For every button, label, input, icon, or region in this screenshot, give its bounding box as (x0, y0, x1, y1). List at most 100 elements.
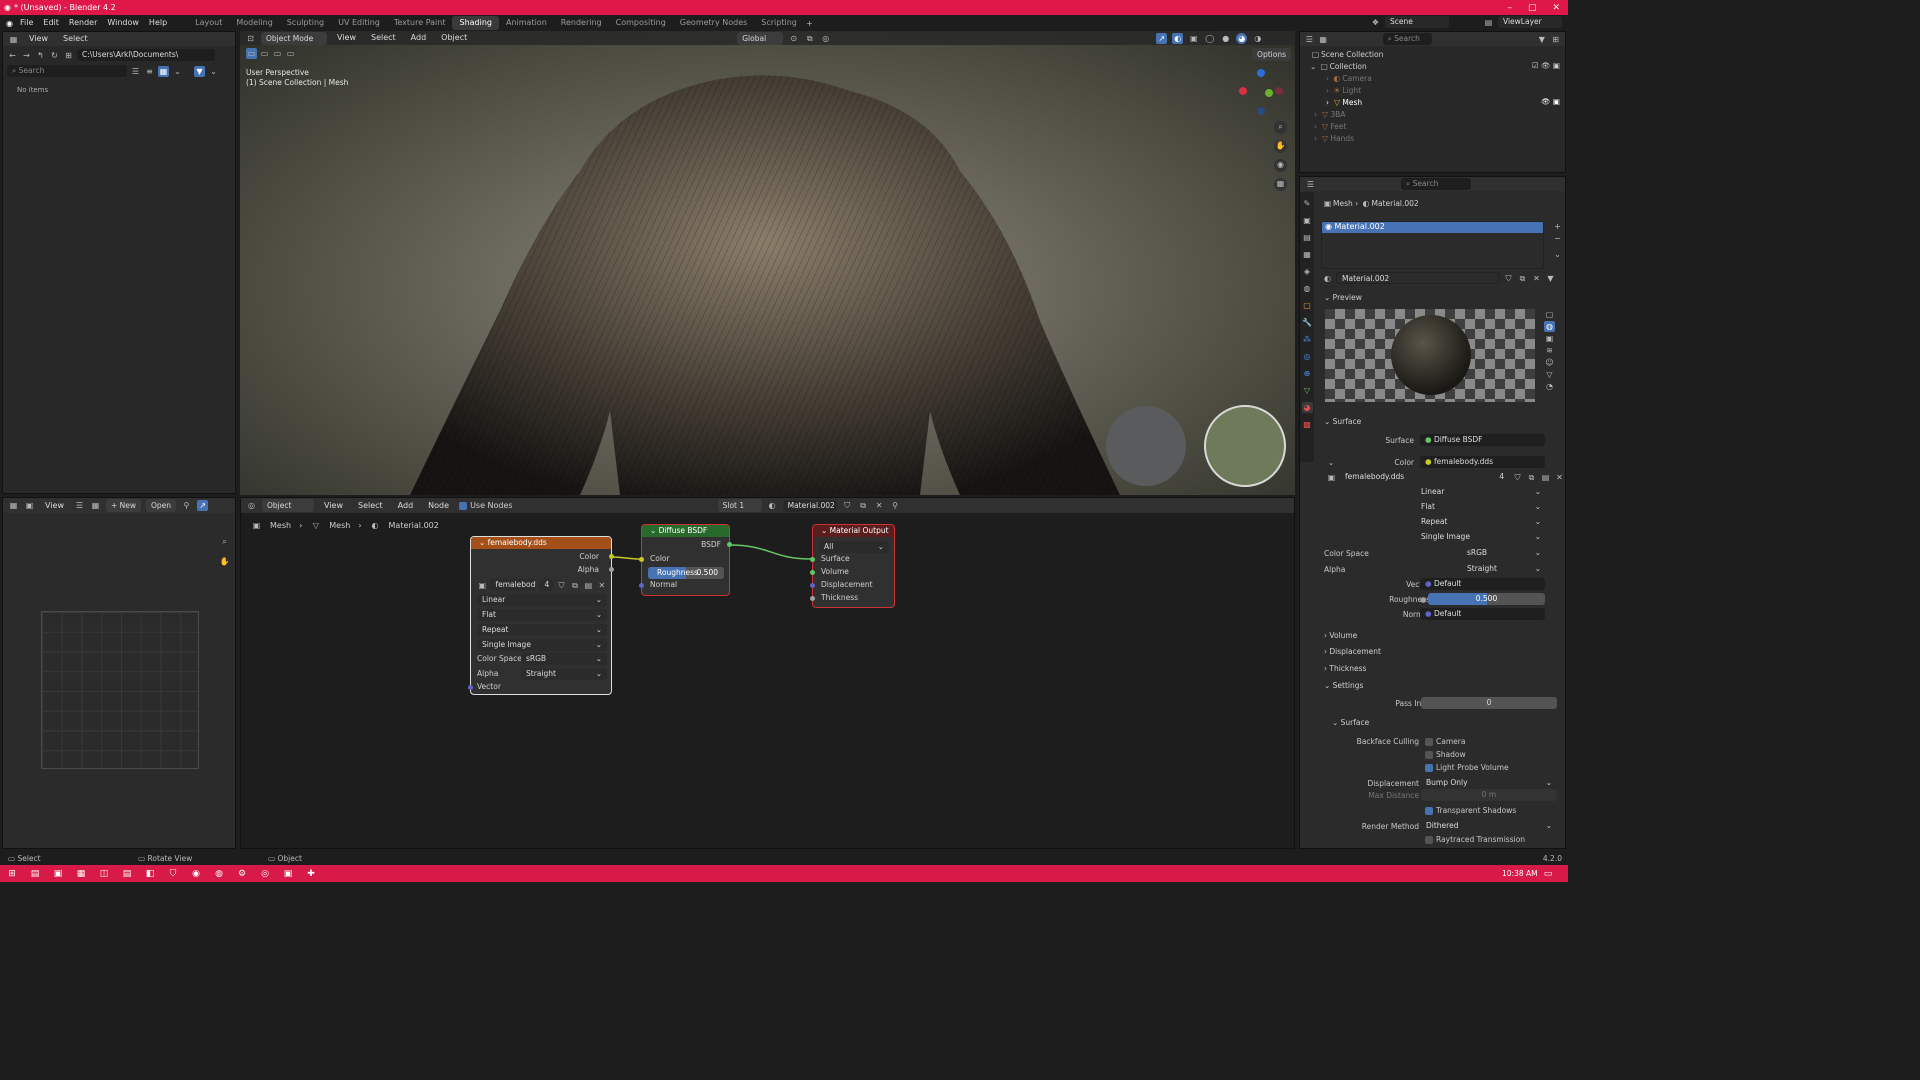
x-axis-handle[interactable] (1239, 87, 1247, 95)
settings-surface-header[interactable]: ⌄ Surface (1332, 718, 1369, 727)
y-axis-handle[interactable] (1265, 89, 1273, 97)
preview-sphere-icon[interactable]: ◍ (1544, 321, 1555, 332)
props-filter-icon[interactable]: ▼ (1545, 273, 1556, 284)
pass-index-field[interactable]: 0 (1421, 697, 1557, 709)
image-editor-type-icon[interactable]: ▦ (8, 500, 19, 511)
material-slot-item[interactable]: ◉ Material.002 (1321, 221, 1544, 233)
add-slot-icon[interactable]: + (1552, 221, 1563, 232)
modifier-tab-icon[interactable]: 🔧 (1302, 317, 1313, 328)
list-vertical-icon[interactable]: ☰ (130, 66, 141, 77)
menu-render[interactable]: Render (64, 15, 102, 31)
render-tab-icon[interactable]: ▣ (1302, 215, 1313, 226)
outliner-item-hands[interactable]: › ▽ Hands (1314, 133, 1354, 144)
thickness-panel-header[interactable]: › Thickness (1324, 664, 1366, 673)
minimize-button[interactable]: – (1507, 3, 1512, 13)
props-vector-field[interactable]: ● Default (1420, 578, 1545, 590)
tex-colorspace-dropdown[interactable]: sRGB ⌄ (521, 653, 607, 665)
object-tab-icon[interactable]: ▢ (1302, 300, 1313, 311)
outliner-search-input[interactable]: ⌕ Search (1382, 33, 1433, 45)
preview-cloth-icon[interactable]: ▽ (1544, 369, 1555, 380)
ie-zoom-icon[interactable]: ⌕ (219, 536, 230, 547)
blender-taskbar-icon[interactable]: ◎ (257, 866, 273, 882)
taskbar-app-icon[interactable]: ▤ (119, 866, 135, 882)
preview-monkey-icon[interactable]: ☺ (1544, 357, 1555, 368)
outliner-item-mesh[interactable]: › ▽ Mesh 👁 ▣ (1326, 97, 1560, 108)
close-button[interactable]: ✕ (1552, 3, 1560, 13)
tab-texture-paint[interactable]: Texture Paint (387, 16, 453, 30)
properties-search-input[interactable]: ⌕ Search (1401, 178, 1471, 190)
props-fake-user-icon[interactable]: ⛉ (1503, 273, 1514, 284)
tex-projection-dropdown[interactable]: Flat ⌄ (477, 609, 607, 621)
out-thickness-socket[interactable] (810, 596, 815, 601)
props-image-duplicate-icon[interactable]: ⧉ (1526, 472, 1537, 483)
outliner-item-collection[interactable]: ⌄ ▢ Collection ☑ 👁 ▣ (1310, 61, 1560, 72)
props-colorspace-dropdown[interactable]: sRGB ⌄ (1462, 547, 1546, 559)
editor-type-icon[interactable]: ▦ (8, 34, 19, 45)
ortho-grid-icon[interactable]: ▦ (1274, 178, 1287, 191)
backface-camera-checkbox[interactable]: Camera (1425, 737, 1465, 746)
output-tab-icon[interactable]: ▤ (1302, 232, 1313, 243)
taskbar-app-icon[interactable]: ◫ (96, 866, 112, 882)
blender-menu-icon[interactable]: ◉ (4, 18, 15, 29)
fb-select-menu[interactable]: Select (58, 31, 93, 47)
image-texture-node-header[interactable]: ⌄ femalebody.dds (471, 537, 611, 549)
taskbar-app-icon[interactable]: ⛉ (165, 866, 181, 882)
chat-app-icon[interactable]: ◍ (211, 866, 227, 882)
scene-tab-icon[interactable]: ◈ (1302, 266, 1313, 277)
new-folder-icon[interactable]: ⊞ (63, 50, 74, 61)
disp-method-dropdown[interactable]: Bump Only ⌄ (1421, 777, 1557, 789)
remove-slot-icon[interactable]: − (1552, 233, 1563, 244)
out-surface-socket[interactable] (810, 557, 815, 562)
collapse-icon[interactable]: ⌄ (479, 538, 488, 547)
ie-menu-icon[interactable]: ☰ (74, 500, 85, 511)
path-field[interactable]: C:\Users\Arkl\Documents\ (77, 49, 215, 61)
data-tab-icon[interactable]: ▽ (1302, 385, 1313, 396)
parent-dir-icon[interactable]: ↰ (35, 50, 46, 61)
new-image-button[interactable]: + New (105, 499, 142, 512)
world-tab-icon[interactable]: ◍ (1302, 283, 1313, 294)
out-volume-socket[interactable] (810, 570, 815, 575)
props-image-users[interactable]: 4 (1473, 471, 1509, 483)
props-source-dropdown[interactable]: Single Image ⌄ (1416, 531, 1546, 543)
taskbar-app-icon[interactable]: ▣ (50, 866, 66, 882)
props-material-browse-icon[interactable]: ◐ (1322, 273, 1333, 284)
pan-hand-icon[interactable]: ✋ (1274, 140, 1287, 153)
displacement-panel-header[interactable]: › Displacement (1324, 647, 1381, 656)
browser-icon[interactable]: ◉ (188, 866, 204, 882)
tex-image-field[interactable]: femalebody... (490, 579, 537, 591)
fb-search-input[interactable]: ⌕ Search (7, 65, 127, 77)
physics-tab-icon[interactable]: ◎ (1302, 351, 1313, 362)
tex-unlink-icon[interactable]: ✕ (597, 580, 607, 591)
backface-shadow-checkbox[interactable]: Shadow (1425, 750, 1466, 759)
navigation-gizmo[interactable] (1237, 67, 1283, 125)
tab-scripting[interactable]: Scripting (754, 16, 804, 30)
taskbar-app-icon[interactable]: ◧ (142, 866, 158, 882)
ie-pan-icon[interactable]: ✋ (219, 556, 230, 567)
image-browse-icon-node[interactable]: ▣ (477, 580, 487, 591)
props-image-unlink-icon[interactable]: ✕ (1554, 472, 1565, 483)
start-icon[interactable]: ⊞ (4, 866, 20, 882)
filter-icon[interactable]: ▼ (194, 65, 205, 77)
settings-panel-header[interactable]: ⌄ Settings (1324, 681, 1363, 690)
props-projection-dropdown[interactable]: Flat ⌄ (1416, 501, 1546, 513)
particles-tab-icon[interactable]: ⁂ (1302, 334, 1313, 345)
camera-view-icon[interactable]: ◉ (1274, 159, 1287, 172)
shader-node-editor[interactable]: ◎ Object View Select Add Node Use Nodes … (240, 497, 1295, 849)
view-layer-tab-icon[interactable]: ▦ (1302, 249, 1313, 260)
collection-visibility-icon[interactable]: ☑ 👁 ▣ (1532, 61, 1560, 70)
props-image-browse-icon[interactable]: ▣ (1326, 472, 1337, 483)
constraints-tab-icon[interactable]: ⊕ (1302, 368, 1313, 379)
tab-rendering[interactable]: Rendering (554, 16, 609, 30)
tex-interpolation-dropdown[interactable]: Linear ⌄ (477, 594, 607, 606)
menu-help[interactable]: Help (144, 15, 172, 31)
color-input-field[interactable]: ● femalebody.dds (1420, 456, 1545, 468)
view-layer-field[interactable]: ViewLayer (1498, 16, 1562, 28)
forward-icon[interactable]: → (21, 50, 32, 61)
slot-specials-icon[interactable]: ⌄ (1552, 249, 1563, 260)
taskbar-app-icon[interactable]: ✚ (303, 866, 319, 882)
tab-uv-editing[interactable]: UV Editing (331, 16, 387, 30)
diffuse-bsdf-node-header[interactable]: ⌄ Diffuse BSDF (642, 525, 729, 537)
outliner-filter-icon[interactable]: ▼ (1537, 34, 1546, 45)
tex-alpha-socket[interactable] (609, 567, 614, 572)
tab-geometry-nodes[interactable]: Geometry Nodes (673, 16, 754, 30)
